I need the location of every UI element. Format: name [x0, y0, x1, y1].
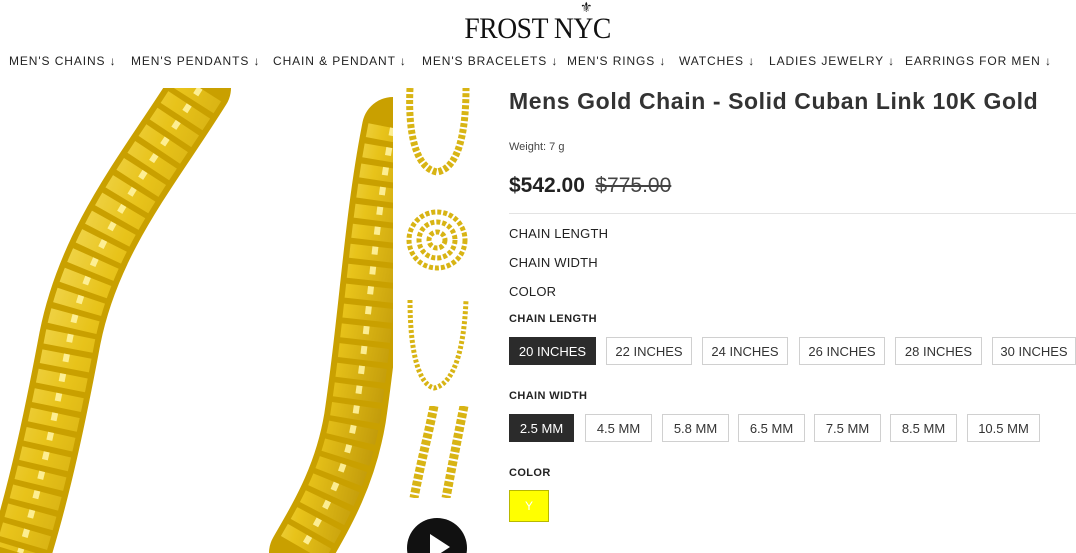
color-option-yellow[interactable]: Y [509, 490, 549, 522]
logo-text: FROST NYC [464, 12, 612, 45]
chain-length-label: CHAIN LENGTH [509, 313, 597, 325]
product-title: Mens Gold Chain - Solid Cuban Link 10K G… [509, 88, 1039, 114]
nav-mens-bracelets[interactable]: MEN'S BRACELETS ↓ [422, 54, 558, 68]
thumbnail-1[interactable] [404, 88, 470, 180]
sale-price: $542.00 [509, 174, 585, 197]
product-weight: Weight: 7 g [509, 141, 565, 153]
nav-mens-rings[interactable]: MEN'S RINGS ↓ [567, 54, 666, 68]
site-logo[interactable]: ⚜ FROST NYC [0, 1, 1076, 46]
thumbnail-strip [400, 88, 476, 553]
length-option-22[interactable]: 22 INCHES [606, 337, 692, 365]
nav-mens-chains[interactable]: MEN'S CHAINS ↓ [9, 54, 117, 68]
spec-chain-width: CHAIN WIDTH [509, 255, 598, 270]
width-option-7-5[interactable]: 7.5 MM [814, 414, 881, 442]
nav-chain-and-pendant[interactable]: CHAIN & PENDANT ↓ [273, 54, 407, 68]
length-option-30[interactable]: 30 INCHES [992, 337, 1076, 365]
spec-color: COLOR [509, 284, 557, 299]
length-option-24[interactable]: 24 INCHES [702, 337, 788, 365]
main-nav: MEN'S CHAINS ↓ MEN'S PENDANTS ↓ CHAIN & … [0, 54, 1076, 72]
width-option-2-5[interactable]: 2.5 MM [509, 414, 574, 442]
spec-chain-length: CHAIN LENGTH [509, 226, 609, 241]
price-row: $542.00 $775.00 [509, 174, 671, 198]
compare-price: $775.00 [595, 174, 672, 197]
divider [509, 213, 1076, 214]
nav-watches[interactable]: WATCHES ↓ [679, 54, 755, 68]
play-video-button[interactable] [407, 518, 467, 553]
width-option-5-8[interactable]: 5.8 MM [662, 414, 729, 442]
width-option-10-5[interactable]: 10.5 MM [967, 414, 1040, 442]
length-option-20[interactable]: 20 INCHES [509, 337, 596, 365]
gold-chain-image [0, 88, 393, 553]
play-icon [430, 534, 450, 553]
chain-width-label: CHAIN WIDTH [509, 390, 588, 402]
product-main-image[interactable] [0, 88, 393, 553]
thumbnail-4[interactable] [404, 405, 470, 499]
nav-ladies-jewelry[interactable]: LADIES JEWELRY ↓ [769, 54, 895, 68]
width-option-6-5[interactable]: 6.5 MM [738, 414, 805, 442]
nav-earrings-for-men[interactable]: EARRINGS FOR MEN ↓ [905, 54, 1052, 68]
length-option-28[interactable]: 28 INCHES [895, 337, 982, 365]
thumbnail-3[interactable] [404, 299, 470, 392]
width-option-4-5[interactable]: 4.5 MM [585, 414, 652, 442]
color-label: COLOR [509, 467, 551, 479]
length-option-26[interactable]: 26 INCHES [799, 337, 885, 365]
nav-mens-pendants[interactable]: MEN'S PENDANTS ↓ [131, 54, 260, 68]
width-option-8-5[interactable]: 8.5 MM [890, 414, 957, 442]
thumbnail-2[interactable] [404, 194, 470, 286]
